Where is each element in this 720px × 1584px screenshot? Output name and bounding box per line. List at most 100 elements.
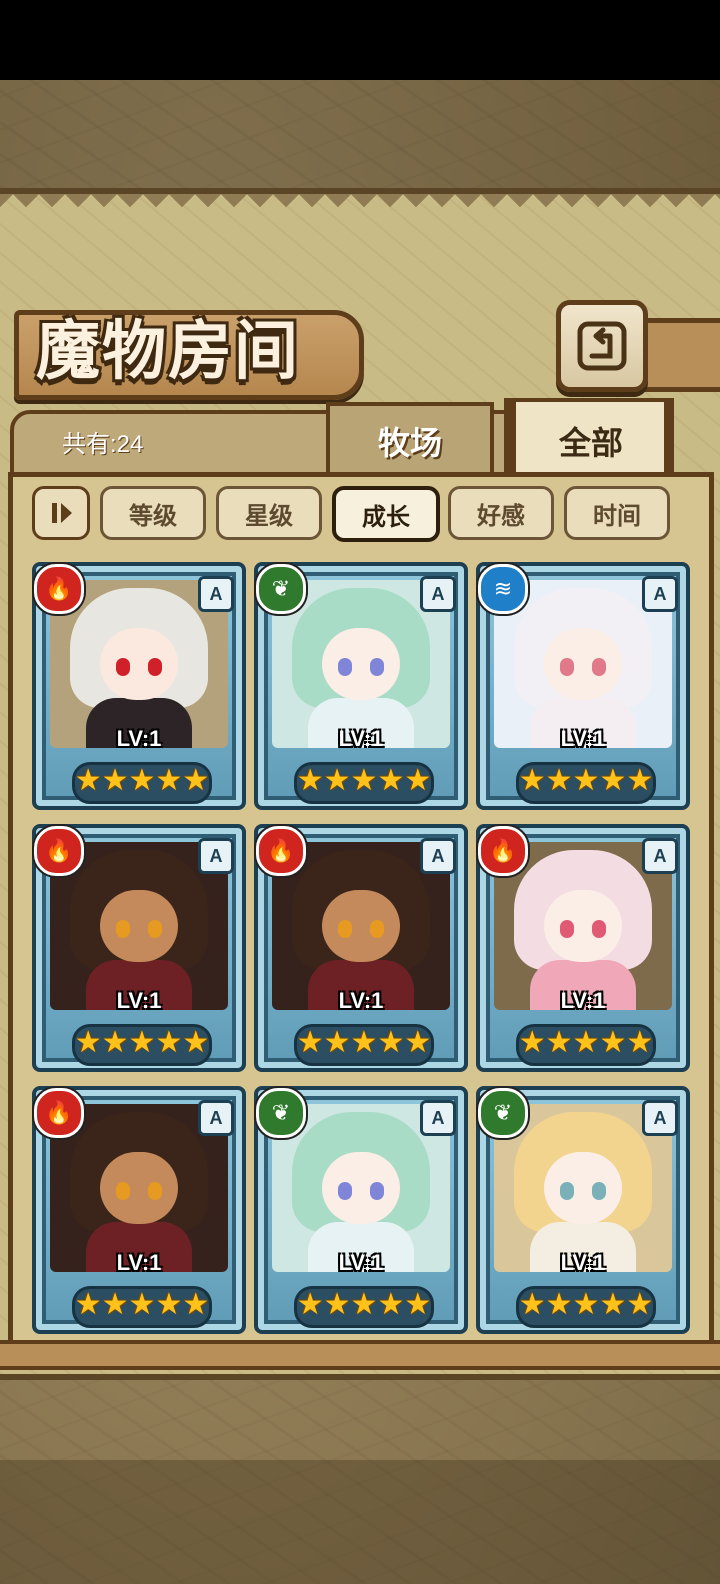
rank-badge: A (198, 838, 234, 874)
monster-eye (148, 1182, 162, 1200)
star-icon: ★ (101, 1025, 129, 1060)
star-icon: ★ (182, 763, 210, 798)
monster-face (322, 628, 400, 700)
star-icon: ★ (296, 1287, 324, 1322)
wood-element-icon: ❦ (256, 1088, 306, 1138)
monster-eye (116, 920, 130, 938)
zigzag-border-top (0, 194, 720, 220)
fire-element-icon: 🔥 (256, 826, 306, 876)
star-icon: ★ (74, 1025, 102, 1060)
rank-badge: A (420, 576, 456, 612)
sort-level-button[interactable]: 等级 (100, 486, 206, 540)
monster-card[interactable]: 🔥 A LV:1 ★ ★ ★ ★ ★ (254, 824, 468, 1072)
star-rating: ★ ★ ★ ★ ★ (516, 1024, 656, 1066)
monster-eye (560, 920, 574, 938)
star-icon: ★ (626, 763, 654, 798)
sort-time-button[interactable]: 时间 (564, 486, 670, 540)
monster-level: LV:1 (116, 988, 162, 1013)
star-icon: ★ (377, 763, 405, 798)
star-icon: ★ (377, 1287, 405, 1322)
fire-element-icon: 🔥 (34, 564, 84, 614)
monster-card[interactable]: 🔥 A LV:1 ★ ★ ★ ★ ★ (32, 824, 246, 1072)
monster-card[interactable]: ❦ A LV:1 ★ ★ ★ ★ ★ (254, 562, 468, 810)
monster-eye (338, 1182, 352, 1200)
star-icon: ★ (626, 1287, 654, 1322)
monster-eye (116, 658, 130, 676)
sort-affection-button[interactable]: 好感 (448, 486, 554, 540)
star-icon: ★ (599, 1025, 627, 1060)
monster-eye (370, 920, 384, 938)
sort-order-icon (52, 503, 72, 523)
star-icon: ★ (182, 1287, 210, 1322)
star-icon: ★ (350, 1025, 378, 1060)
rank-badge: A (198, 576, 234, 612)
star-icon: ★ (572, 1287, 600, 1322)
sort-growth-button[interactable]: 成长 (332, 486, 440, 542)
monster-eye (370, 658, 384, 676)
fire-element-icon: 🔥 (34, 826, 84, 876)
star-icon: ★ (350, 763, 378, 798)
back-button[interactable] (556, 300, 648, 392)
monster-face (100, 890, 178, 962)
star-icon: ★ (155, 1287, 183, 1322)
star-rating: ★ ★ ★ ★ ★ (294, 762, 434, 804)
monster-card[interactable]: 🔥 A LV:1 ★ ★ ★ ★ ★ (32, 562, 246, 810)
rank-badge: A (642, 576, 678, 612)
star-icon: ★ (74, 1287, 102, 1322)
monster-level: LV:1 (560, 988, 606, 1013)
star-rating: ★ ★ ★ ★ ★ (294, 1024, 434, 1066)
star-icon: ★ (128, 763, 156, 798)
star-icon: ★ (545, 763, 573, 798)
monster-face (100, 628, 178, 700)
star-icon: ★ (128, 1287, 156, 1322)
rank-badge: A (420, 1100, 456, 1136)
monster-card[interactable]: ❦ A LV:1 ★ ★ ★ ★ ★ (254, 1086, 468, 1334)
sort-star-button[interactable]: 星级 (216, 486, 322, 540)
star-icon: ★ (296, 763, 324, 798)
monster-face (544, 628, 622, 700)
monster-eye (338, 658, 352, 676)
star-icon: ★ (155, 1025, 183, 1060)
star-icon: ★ (101, 1287, 129, 1322)
star-icon: ★ (128, 1025, 156, 1060)
monster-level: LV:1 (560, 1250, 606, 1275)
star-icon: ★ (626, 1025, 654, 1060)
monster-card[interactable]: 🔥 A LV:1 ★ ★ ★ ★ ★ (476, 824, 690, 1072)
monster-eye (370, 1182, 384, 1200)
monster-eye (592, 658, 606, 676)
star-icon: ★ (350, 1287, 378, 1322)
tab-divider (664, 398, 674, 476)
panel-bottom-strip (0, 1340, 720, 1370)
star-rating: ★ ★ ★ ★ ★ (72, 1024, 212, 1066)
star-icon: ★ (545, 1025, 573, 1060)
star-icon: ★ (404, 763, 432, 798)
monster-card[interactable]: 🔥 A LV:1 ★ ★ ★ ★ ★ (32, 1086, 246, 1334)
tab-ranch[interactable]: 牧场 (326, 402, 494, 476)
star-icon: ★ (404, 1025, 432, 1060)
monster-face (100, 1152, 178, 1224)
tab-all[interactable]: 全部 (512, 398, 670, 480)
star-icon: ★ (572, 1025, 600, 1060)
back-rail (636, 318, 720, 392)
monster-eye (116, 1182, 130, 1200)
monster-card[interactable]: ❦ A LV:1 ★ ★ ★ ★ ★ (476, 1086, 690, 1334)
star-rating: ★ ★ ★ ★ ★ (516, 1286, 656, 1328)
monster-eye (338, 920, 352, 938)
star-icon: ★ (323, 1287, 351, 1322)
monster-face (544, 890, 622, 962)
monster-face (322, 1152, 400, 1224)
wood-element-icon: ❦ (478, 1088, 528, 1138)
star-icon: ★ (101, 763, 129, 798)
sort-order-button[interactable] (32, 486, 90, 540)
star-rating: ★ ★ ★ ★ ★ (294, 1286, 434, 1328)
monster-face (544, 1152, 622, 1224)
monster-card[interactable]: ≋ A LV:1 ★ ★ ★ ★ ★ (476, 562, 690, 810)
monster-eye (592, 1182, 606, 1200)
monster-face (322, 890, 400, 962)
star-icon: ★ (545, 1287, 573, 1322)
star-icon: ★ (377, 1025, 405, 1060)
rank-badge: A (420, 838, 456, 874)
star-icon: ★ (599, 763, 627, 798)
star-icon: ★ (518, 1287, 546, 1322)
monster-level: LV:1 (338, 726, 384, 751)
